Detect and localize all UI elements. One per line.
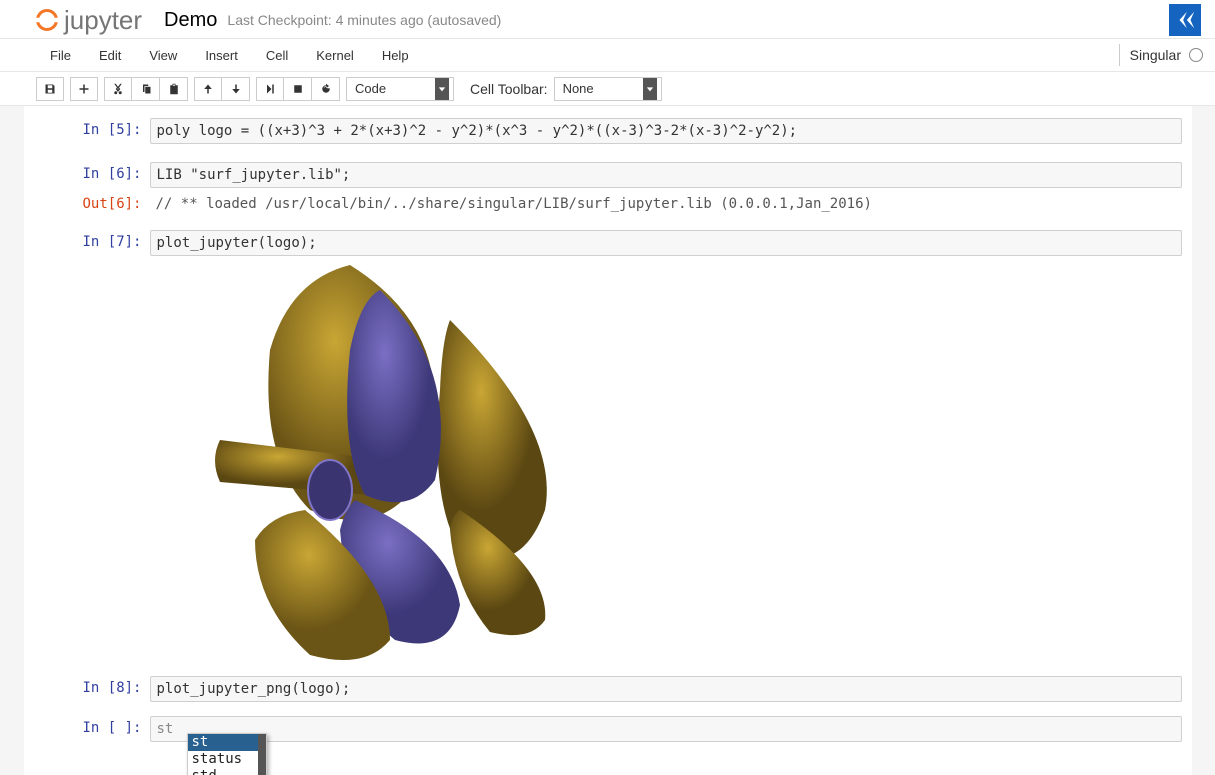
autocomplete-item[interactable]: std xyxy=(188,768,266,775)
notebook-container: In [5]: poly logo = ((x+3)^3 + 2*(x+3)^2… xyxy=(24,106,1192,775)
dropdown-icon xyxy=(643,78,657,100)
output-cell: Out[6]: // ** loaded /usr/local/bin/../s… xyxy=(34,192,1182,216)
menu-edit[interactable]: Edit xyxy=(85,39,135,71)
code-input[interactable]: plot_jupyter(logo); xyxy=(150,230,1182,256)
code-input[interactable]: plot_jupyter_png(logo); xyxy=(150,676,1182,702)
cut-button[interactable] xyxy=(104,77,132,101)
plot-output xyxy=(150,260,1182,670)
dropdown-icon xyxy=(435,78,449,100)
cell-toolbar-select[interactable]: None xyxy=(554,77,662,101)
jupyter-logo[interactable]: jupyter xyxy=(36,5,142,36)
code-cell[interactable]: In [8]: plot_jupyter_png(logo); xyxy=(34,676,1182,702)
code-cell[interactable]: In [7]: plot_jupyter(logo); xyxy=(34,230,1182,256)
menu-help[interactable]: Help xyxy=(368,39,423,71)
menu-insert[interactable]: Insert xyxy=(191,39,252,71)
checkpoint-status: Last Checkpoint: 4 minutes ago (autosave… xyxy=(227,12,501,28)
menu-cell[interactable]: Cell xyxy=(252,39,302,71)
kernel-logo-icon[interactable] xyxy=(1169,4,1201,36)
cell-toolbar-label: Cell Toolbar: xyxy=(470,81,548,97)
restart-button[interactable] xyxy=(312,77,340,101)
in-prompt: In [8]: xyxy=(34,676,150,702)
logo-text: jupyter xyxy=(64,5,142,36)
interrupt-button[interactable] xyxy=(284,77,312,101)
move-up-button[interactable] xyxy=(194,77,222,101)
code-input[interactable]: poly logo = ((x+3)^3 + 2*(x+3)^2 - y^2)*… xyxy=(150,118,1182,144)
copy-button[interactable] xyxy=(132,77,160,101)
paste-button[interactable] xyxy=(160,77,188,101)
menu-view[interactable]: View xyxy=(135,39,191,71)
text-output: // ** loaded /usr/local/bin/../share/sin… xyxy=(150,192,1182,216)
cell-toolbar-value: None xyxy=(563,81,594,96)
insert-cell-button[interactable] xyxy=(70,77,98,101)
menu-file[interactable]: File xyxy=(36,39,85,71)
menu-kernel[interactable]: Kernel xyxy=(302,39,368,71)
in-prompt: In [ ]: xyxy=(34,716,150,742)
menubar: File Edit View Insert Cell Kernel Help S… xyxy=(0,38,1215,72)
autocomplete-popup[interactable]: st status std stdfglm stdhilb string xyxy=(187,733,267,775)
autocomplete-scrollbar[interactable] xyxy=(258,734,266,775)
code-input[interactable]: st xyxy=(150,716,1182,742)
code-cell[interactable]: In [6]: LIB "surf_jupyter.lib"; xyxy=(34,162,1182,188)
in-prompt: In [7]: xyxy=(34,230,150,256)
code-cell[interactable]: In [5]: poly logo = ((x+3)^3 + 2*(x+3)^2… xyxy=(34,118,1182,144)
toolbar: Code Cell Toolbar: None xyxy=(0,72,1215,106)
in-prompt: In [5]: xyxy=(34,118,150,144)
in-prompt: In [6]: xyxy=(34,162,150,188)
run-button[interactable] xyxy=(256,77,284,101)
notebook-scroll-area[interactable]: In [5]: poly logo = ((x+3)^3 + 2*(x+3)^2… xyxy=(0,106,1215,775)
kernel-name: Singular xyxy=(1130,47,1181,63)
out-prompt: Out[6]: xyxy=(34,192,150,216)
cell-type-value: Code xyxy=(355,81,386,96)
autocomplete-item[interactable]: st xyxy=(188,734,266,751)
move-down-button[interactable] xyxy=(222,77,250,101)
kernel-indicator[interactable]: Singular xyxy=(1119,44,1209,66)
code-input[interactable]: LIB "surf_jupyter.lib"; xyxy=(150,162,1182,188)
kernel-status-icon xyxy=(1189,48,1203,62)
notebook-name[interactable]: Demo xyxy=(164,9,217,32)
jupyter-icon xyxy=(36,9,58,31)
header-bar: jupyter Demo Last Checkpoint: 4 minutes … xyxy=(0,0,1215,38)
autocomplete-item[interactable]: status xyxy=(188,751,266,768)
save-button[interactable] xyxy=(36,77,64,101)
cell-type-select[interactable]: Code xyxy=(346,77,454,101)
